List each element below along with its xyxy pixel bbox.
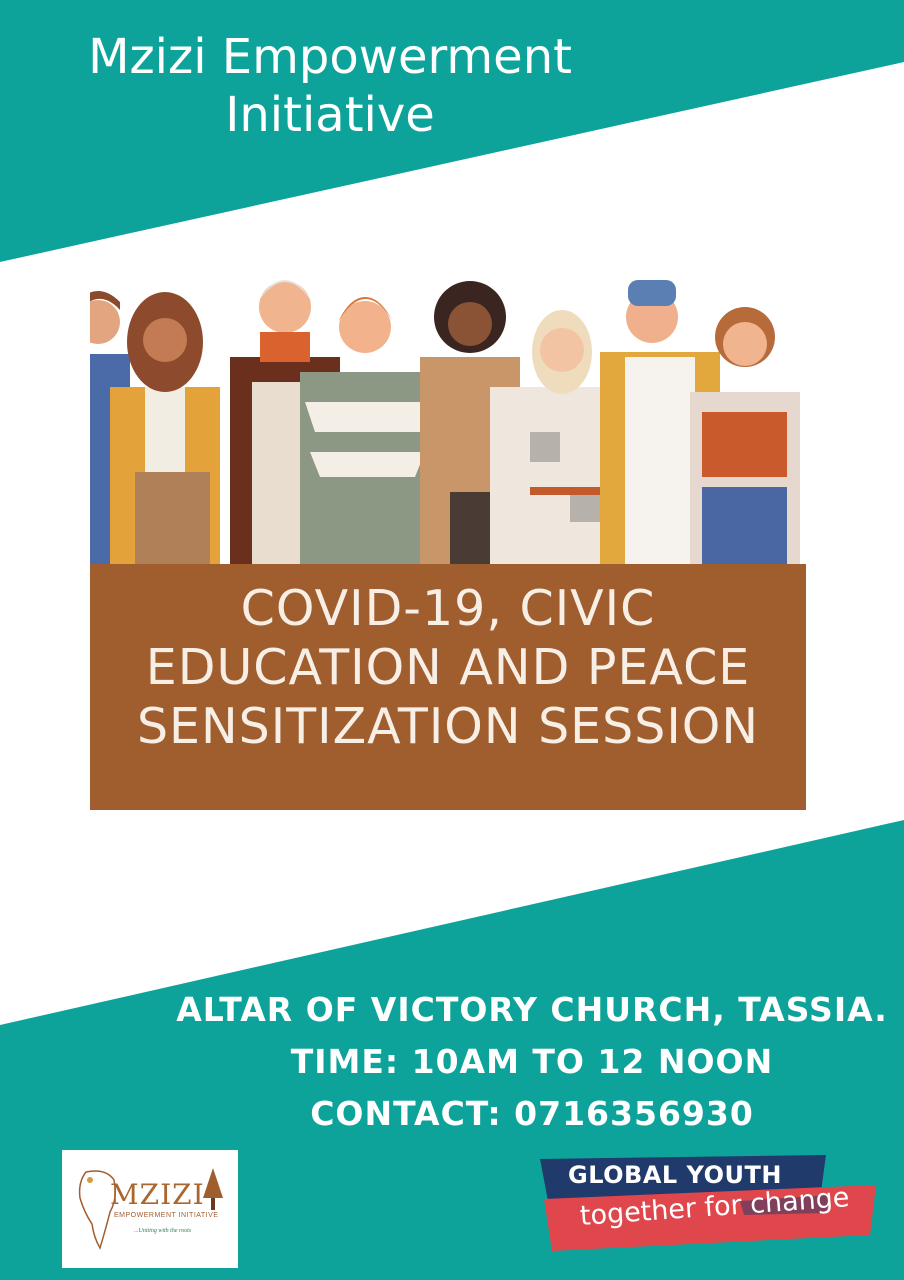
mzizi-logo: MZIZI EMPOWERMENT INITIATIVE ...Uniting …	[62, 1150, 238, 1268]
event-details: ALTAR OF VICTORY CHURCH, TASSIA. TIME: 1…	[160, 984, 904, 1140]
contact-text: CONTACT: 0716356930	[310, 1094, 754, 1133]
organization-title-line2: Initiative	[225, 87, 435, 143]
venue-text: ALTAR OF VICTORY CHURCH, TASSIA.	[176, 990, 888, 1029]
event-title-line1: COVID-19, CIVIC	[240, 579, 656, 637]
time-text: TIME: 10AM TO 12 NOON	[290, 1042, 774, 1081]
person-4	[300, 297, 430, 566]
tree-icon	[203, 1168, 223, 1210]
person-2	[110, 292, 220, 566]
event-title-box: COVID-19, CIVIC EDUCATION AND PEACE SENS…	[90, 564, 806, 810]
badge-line1: GLOBAL YOUTH	[568, 1161, 782, 1189]
global-youth-badge: GLOBAL YOUTH together for change	[540, 1155, 880, 1255]
organization-title-line1: Mzizi Empowerment	[88, 29, 572, 85]
people-group-illustration	[90, 280, 800, 566]
logo-wordmark: MZIZI	[110, 1178, 205, 1211]
organization-title: Mzizi Empowerment Initiative	[30, 28, 630, 144]
person-8	[690, 307, 800, 566]
event-title-line3: SENSITIZATION SESSION	[136, 697, 760, 755]
event-title-line2: EDUCATION AND PEACE	[145, 638, 751, 696]
logo-tagline: ...Uniting with the roots	[134, 1228, 192, 1234]
logo-subtitle: EMPOWERMENT INITIATIVE	[114, 1212, 219, 1219]
